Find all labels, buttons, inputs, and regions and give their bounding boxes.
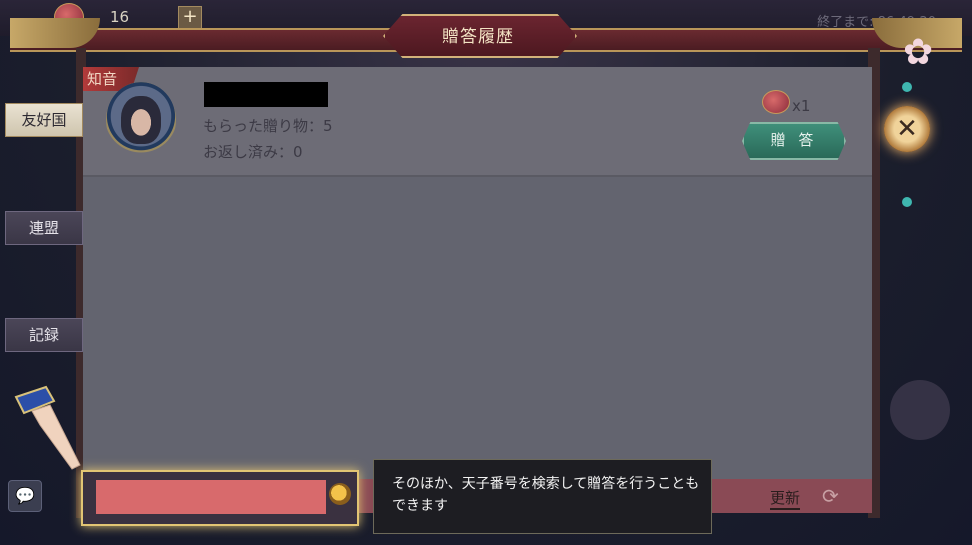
send-gift-button[interactable]: 贈 答 xyxy=(742,122,846,160)
deco-dot-icon xyxy=(902,197,912,207)
gifts-returned: お返し済み：0 xyxy=(203,143,303,161)
tab-records[interactable]: 記録 xyxy=(5,318,83,352)
search-icon[interactable] xyxy=(329,483,351,505)
page-title: 贈答履歴 xyxy=(442,27,514,47)
chat-button[interactable]: 💬 xyxy=(8,480,42,512)
side-menu-icon[interactable] xyxy=(890,380,950,440)
add-currency-button[interactable]: + xyxy=(178,6,202,30)
deco-dot-icon xyxy=(902,82,912,92)
refresh-icon[interactable]: ⟳ xyxy=(822,484,846,508)
tab-alliance[interactable]: 連盟 xyxy=(5,211,83,245)
avatar[interactable] xyxy=(121,96,161,144)
tab-friendly-nation[interactable]: 友好国 xyxy=(5,103,83,137)
refresh-button[interactable]: 更新 xyxy=(770,487,801,510)
gift-count: x1 xyxy=(792,97,811,115)
pointing-hand-icon xyxy=(14,385,81,470)
tooltip-text: そのほか、天子番号を検索して贈答を行うこともできます xyxy=(392,476,700,514)
search-input[interactable] xyxy=(96,480,326,514)
close-button[interactable]: ✕ xyxy=(884,106,930,152)
flower-decoration-icon: ✿ xyxy=(903,32,934,73)
currency-value: 16 xyxy=(110,8,130,26)
player-name-redacted xyxy=(204,82,328,107)
gifts-received: もらった贈り物：5 xyxy=(203,117,333,135)
gift-icon xyxy=(762,90,790,114)
